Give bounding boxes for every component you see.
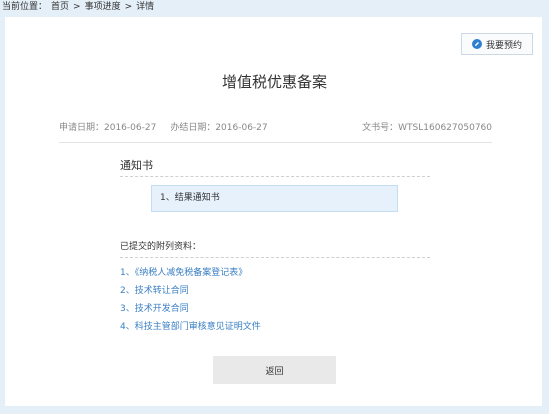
- attachment-link[interactable]: 4、科技主管部门审核意见证明文件: [120, 321, 261, 334]
- appointment-label: 我要预约: [485, 40, 522, 51]
- pencil-icon: [471, 39, 482, 49]
- breadcrumb-current: 详情: [136, 2, 155, 12]
- attachment-link[interactable]: 3、技术开发合同: [120, 303, 189, 316]
- apply-date: 申请日期：2016-06-27: [59, 123, 157, 133]
- attachments-label: 已提交的附列资料：: [120, 242, 202, 252]
- breadcrumb-progress-link[interactable]: 事项进度: [85, 1, 121, 14]
- divider: [59, 142, 492, 143]
- attachment-link[interactable]: 2、技术转让合同: [120, 285, 189, 298]
- finish-date: 办结日期：2016-06-27: [170, 123, 268, 133]
- breadcrumb-separator: >: [73, 2, 81, 12]
- notice-section-title: 通知书: [120, 159, 153, 172]
- breadcrumb-separator: >: [124, 2, 133, 12]
- attachment-link[interactable]: 1、《纳税人减免税备案登记表》: [120, 267, 247, 280]
- breadcrumb-prefix: 当前位置：: [2, 2, 48, 12]
- dashed-divider: [120, 176, 430, 177]
- meta-info: 申请日期：2016-06-27 办结日期：2016-06-27 文书号：WTSL…: [59, 121, 492, 135]
- document-number: 文书号：WTSL160627050760: [362, 123, 492, 133]
- breadcrumb: 当前位置： 首页 > 事项进度 > 详情: [2, 1, 154, 14]
- back-button[interactable]: 返回: [213, 356, 336, 384]
- page-title: 增值税优惠备案: [221, 73, 327, 91]
- dashed-divider: [120, 257, 430, 258]
- breadcrumb-home-link[interactable]: 首页: [51, 1, 69, 14]
- notice-item[interactable]: 1、结果通知书: [151, 185, 398, 212]
- appointment-button[interactable]: 我要预约: [461, 33, 533, 55]
